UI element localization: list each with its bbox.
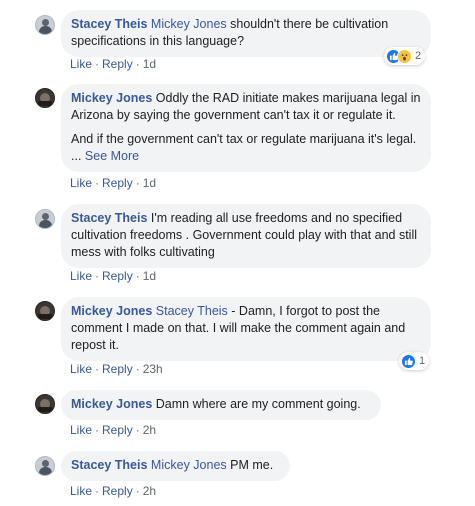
comment-bubble: Stacey Theis Mickey Jones shouldn't ther… xyxy=(61,10,431,57)
comment-bubble: Mickey Jones Stacey Theis - Damn, I forg… xyxy=(61,297,431,361)
comment-author[interactable]: Mickey Jones xyxy=(71,91,152,105)
reply-link[interactable]: Reply xyxy=(102,269,133,283)
comment-author[interactable]: Mickey Jones xyxy=(71,397,152,411)
comment-actions: Like · Reply · 2h xyxy=(70,423,157,437)
avatar[interactable] xyxy=(35,301,55,321)
avatar[interactable] xyxy=(35,15,55,35)
comment-bubble: Mickey Jones Oddly the RAD initiate make… xyxy=(61,84,431,172)
like-link[interactable]: Like xyxy=(70,176,92,190)
comment-author[interactable]: Mickey Jones xyxy=(71,304,152,318)
timestamp[interactable]: 2h xyxy=(143,484,156,498)
reaction-summary[interactable]: 1 xyxy=(399,352,430,370)
avatar[interactable] xyxy=(35,394,55,414)
comment-actions: Like · Reply · 1d xyxy=(70,57,157,71)
comment-actions: Like · Reply · 23h xyxy=(70,362,163,376)
reply-link[interactable]: Reply xyxy=(102,362,133,376)
see-more-link[interactable]: See More xyxy=(85,149,139,163)
like-link[interactable]: Like xyxy=(70,484,92,498)
reply-link[interactable]: Reply xyxy=(102,176,133,190)
comment-bubble: Mickey Jones Damn where are my comment g… xyxy=(61,390,381,420)
tagged-user[interactable]: Mickey Jones xyxy=(151,458,227,472)
tagged-user[interactable]: Stacey Theis xyxy=(156,304,228,318)
comment-bubble: Stacey Theis I'm reading all use freedom… xyxy=(61,204,431,268)
timestamp[interactable]: 23h xyxy=(143,362,163,376)
avatar[interactable] xyxy=(35,88,55,108)
like-link[interactable]: Like xyxy=(70,57,92,71)
timestamp[interactable]: 1d xyxy=(143,57,156,71)
like-link[interactable]: Like xyxy=(70,362,92,376)
like-link[interactable]: Like xyxy=(70,423,92,437)
comment-actions: Like · Reply · 1d xyxy=(70,176,157,190)
timestamp[interactable]: 2h xyxy=(143,423,156,437)
comment-text: PM me. xyxy=(226,458,274,472)
comment-actions: Like · Reply · 2h xyxy=(70,484,157,498)
reply-link[interactable]: Reply xyxy=(102,423,133,437)
reply-link[interactable]: Reply xyxy=(102,57,133,71)
comment-author[interactable]: Stacey Theis xyxy=(71,458,147,472)
reaction-summary[interactable]: 2 xyxy=(384,47,426,65)
like-link[interactable]: Like xyxy=(70,269,92,283)
avatar[interactable] xyxy=(35,456,55,476)
comment-text-paragraph: And if the government can't tax or regul… xyxy=(71,131,421,165)
comment-actions: Like · Reply · 1d xyxy=(70,269,157,283)
comment-text: Damn where are my comment going. xyxy=(152,397,361,411)
comment-author[interactable]: Stacey Theis xyxy=(71,17,147,31)
comment-author[interactable]: Stacey Theis xyxy=(71,211,147,225)
timestamp[interactable]: 1d xyxy=(143,269,156,283)
reaction-count: 1 xyxy=(419,355,426,367)
comment-bubble: Stacey Theis Mickey Jones PM me. xyxy=(61,451,290,481)
timestamp[interactable]: 1d xyxy=(143,176,156,190)
avatar[interactable] xyxy=(35,209,55,229)
thumbs-up-icon xyxy=(401,353,416,369)
reaction-count: 2 xyxy=(415,50,422,62)
wow-face-icon xyxy=(397,48,412,64)
comment-thread: Stacey Theis Mickey Jones shouldn't ther… xyxy=(0,0,475,506)
tagged-user[interactable]: Mickey Jones xyxy=(151,17,227,31)
reply-link[interactable]: Reply xyxy=(102,484,133,498)
